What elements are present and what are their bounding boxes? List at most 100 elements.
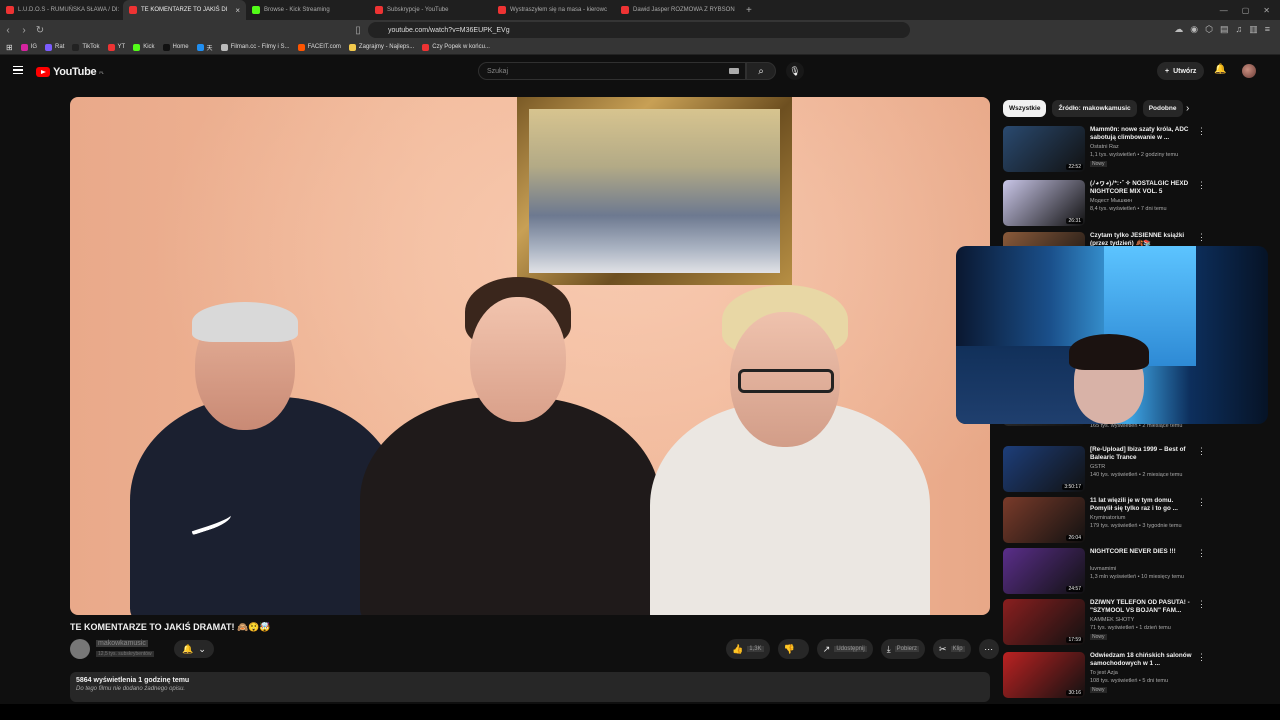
filter-chip[interactable]: Podobne	[1142, 100, 1183, 117]
bookmark-item[interactable]: Rat	[45, 43, 65, 51]
recommendation-title: NIGHTCORE NEVER DIES !!!	[1090, 548, 1176, 555]
description-text: Do tego filmu nie dodano żadnego opisu.	[76, 686, 186, 692]
more-options-icon[interactable]: ⋮	[1197, 446, 1206, 457]
share-button[interactable]: ↗ Udostępnij	[816, 639, 873, 659]
download-label: Pobierz	[894, 646, 920, 652]
bookmark-item[interactable]: Home	[162, 43, 189, 51]
bookmark-item[interactable]: Zagrajmy - Najleps...	[348, 43, 414, 51]
more-options-icon[interactable]: ⋮	[1197, 232, 1206, 243]
webcam-person-hair	[1069, 334, 1149, 370]
bookmark-item[interactable]: IG	[20, 43, 37, 51]
more-options-icon[interactable]: ⋮	[1197, 548, 1206, 559]
bookmark-item[interactable]: TikTok	[72, 43, 100, 51]
views-and-date: 5864 wyświetlenia 1 godzinę temu	[76, 677, 190, 684]
apps-grid-icon[interactable]: ⊞	[6, 43, 13, 52]
bookmark-item[interactable]: Kick	[133, 43, 155, 51]
bookmark-favicon-icon	[422, 43, 430, 51]
recommendation-thumbnail[interactable]: 24:57	[1003, 548, 1085, 594]
sidebar-icon[interactable]: ▥	[1249, 24, 1258, 35]
close-window-icon[interactable]: ✕	[1263, 6, 1270, 15]
music-icon[interactable]: ♫	[1235, 24, 1242, 35]
more-options-icon[interactable]: ⋮	[1197, 180, 1206, 191]
more-options-icon[interactable]: ⋮	[1197, 497, 1206, 508]
more-options-icon[interactable]: ⋮	[1197, 652, 1206, 663]
keyboard-icon[interactable]	[729, 68, 739, 74]
more-options-icon[interactable]: ⋮	[1197, 599, 1206, 610]
bookmark-item[interactable]: 天	[196, 43, 213, 52]
bookmark-label: 天	[206, 45, 213, 52]
recommendation-thumbnail[interactable]: 26:04	[1003, 497, 1085, 543]
extension-icon[interactable]: ▤	[1220, 24, 1229, 35]
recommendation-item[interactable]: 3:50:17 [Re-Upload] Ibiza 1999 – Best of …	[1003, 446, 1273, 496]
share-label: Udostępnij	[834, 646, 867, 652]
recommendation-item[interactable]: 24:57 NIGHTCORE NEVER DIES !!! luvmamimi 1,…	[1003, 548, 1273, 598]
back-icon[interactable]: ‹	[0, 25, 16, 36]
bookmark-item[interactable]: Czy Popek w końcu...	[422, 43, 490, 51]
channel-name[interactable]: makowkamusic	[96, 640, 148, 647]
minimize-icon[interactable]: —	[1220, 6, 1228, 15]
recommendation-thumbnail[interactable]: 22:52	[1003, 126, 1085, 172]
recommendation-item[interactable]: 26:04 11 lat więzili je w tym domu. Pomyl…	[1003, 497, 1273, 547]
browser-tab[interactable]: Wystraszyłem się na masa - kierowc	[492, 0, 615, 20]
chevron-right-icon[interactable]: ›	[1186, 103, 1189, 114]
recommendation-thumbnail[interactable]: 17:59	[1003, 599, 1085, 645]
download-button[interactable]: ⤓ Pobierz	[880, 639, 926, 659]
browser-tab[interactable]: Browse - Kick Streaming	[246, 0, 369, 20]
video-player[interactable]	[70, 97, 990, 615]
menu-icon[interactable]: ≡	[1265, 24, 1270, 35]
channel-avatar[interactable]	[70, 639, 90, 659]
browser-tab[interactable]: L.U.D.O.S - RUMUŃSKA SŁAWA / DI:	[0, 0, 123, 20]
subscribed-notifications-button[interactable]: 🔔 ⌄	[174, 640, 214, 658]
notifications-bell-icon[interactable]: 🔔	[1214, 64, 1226, 75]
bookmark-item[interactable]: FACEIT.com	[297, 43, 341, 51]
recommendation-channel: To jest Azja	[1090, 670, 1118, 676]
bookmark-item[interactable]: Filman.cc - Filmy i S...	[220, 43, 290, 51]
close-tab-icon[interactable]: ×	[235, 6, 240, 15]
browser-tab[interactable]: Subskrypcje - YouTube	[369, 0, 492, 20]
browser-tab[interactable]: TE KOMENTARZE TO JAKIŚ DI ×	[123, 0, 246, 20]
youtube-logo[interactable]: YouTube PL	[36, 66, 104, 78]
plus-icon: +	[1165, 67, 1170, 75]
browser-tab-bar: L.U.D.O.S - RUMUŃSKA SŁAWA / DI: TE KOMEN…	[0, 0, 1280, 20]
recommendation-thumbnail[interactable]: 26:31	[1003, 180, 1085, 226]
recommendation-thumbnail[interactable]: 3:50:17	[1003, 446, 1085, 492]
recommendation-item[interactable]: 17:59 DZIWNY TELEFON OD PASUTA! - "SZYMOO…	[1003, 599, 1273, 649]
like-button[interactable]: 👍 1,3K	[726, 639, 770, 659]
new-tab-icon[interactable]: +	[738, 5, 760, 16]
create-button[interactable]: + Utwórz	[1157, 62, 1205, 80]
more-options-icon[interactable]: ⋮	[1197, 126, 1206, 137]
recommendation-title: Odwiedzam 18 chińskich salonów samochodo…	[1090, 652, 1192, 667]
bookmark-icon[interactable]: ▯	[350, 25, 366, 36]
recommendation-title: DZIWNY TELEFON OD PASUTA! - "SZYMOOL VS …	[1090, 599, 1190, 614]
hamburger-menu-icon[interactable]	[13, 66, 23, 74]
recommendation-item[interactable]: 30:16 Odwiedzam 18 chińskich salonów samo…	[1003, 652, 1273, 702]
url-field[interactable]: youtube.com/watch?v=M36EUPK_EVg	[368, 22, 910, 38]
tab-title: Dawid Jasper ROZMOWA Z RYBSON	[633, 7, 735, 13]
search-input[interactable]: Szukaj	[478, 62, 746, 80]
search-button[interactable]: ⌕	[746, 62, 776, 80]
recommendation-item[interactable]: 22:52 Mamm0n: nowe szaty króla, ADC sabot…	[1003, 126, 1273, 176]
video-painting	[517, 97, 792, 285]
reload-icon[interactable]: ↻	[32, 25, 48, 36]
bookmark-item[interactable]: YT	[107, 43, 125, 51]
extension-icons: ☁ ◉ ⬡ ▤ ♫ ▥ ≡	[1174, 24, 1270, 35]
extension-icon[interactable]: ◉	[1190, 24, 1198, 35]
recommendation-thumbnail[interactable]: 30:16	[1003, 652, 1085, 698]
bookmark-label: Home	[172, 44, 189, 50]
bookmark-label: Rat	[55, 44, 65, 50]
recommendation-item[interactable]: 26:31 (ﾉ◕ヮ◕)ﾉ*:･ﾟ✧ NOSTALGIC HEXD NIGHTCO…	[1003, 180, 1273, 230]
clip-button[interactable]: ✂ Klip	[933, 639, 971, 659]
voice-search-button[interactable]: 🎙	[786, 62, 804, 80]
dislike-button[interactable]: 👎	[777, 639, 809, 659]
account-avatar[interactable]	[1242, 64, 1256, 78]
description-box[interactable]: 5864 wyświetlenia 1 godzinę temu Do tego…	[70, 672, 990, 702]
extension-icon[interactable]: ☁	[1174, 24, 1183, 35]
filter-chip[interactable]: Źródło: makowkamusic	[1052, 100, 1137, 117]
recommendation-channel: luvmamimi	[1090, 566, 1117, 572]
filter-chip[interactable]: Wszystkie	[1003, 100, 1047, 117]
extension-icon[interactable]: ⬡	[1205, 24, 1213, 35]
forward-icon[interactable]: ›	[16, 25, 32, 36]
browser-tab[interactable]: Dawid Jasper ROZMOWA Z RYBSON	[615, 0, 738, 20]
more-actions-button[interactable]: ⋯	[978, 639, 999, 659]
maximize-icon[interactable]: ▢	[1242, 6, 1250, 15]
